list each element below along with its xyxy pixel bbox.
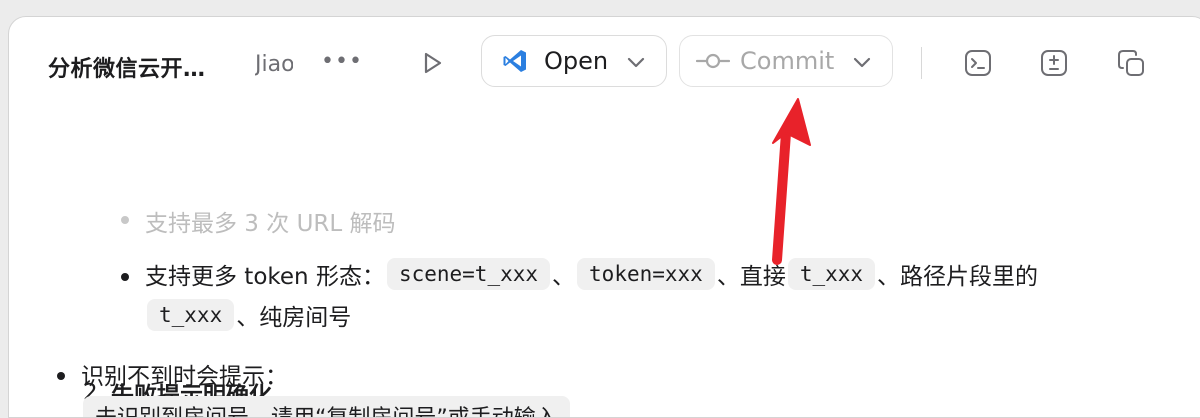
list-item: 支持最多 3 次 URL 解码 <box>145 211 396 237</box>
copy-button[interactable] <box>1113 45 1149 81</box>
play-icon <box>424 52 442 74</box>
vscode-icon <box>503 50 526 72</box>
project-name[interactable]: Jiao <box>255 52 293 77</box>
chevron-down-icon <box>853 57 871 68</box>
run-button[interactable] <box>414 45 450 81</box>
list-bullet <box>57 372 65 380</box>
inline-quote: 未识别到房间号，请用“复制房间号”或手动输入 <box>83 396 570 417</box>
commit-button-label: Commit <box>740 47 835 75</box>
diff-icon <box>1041 50 1067 76</box>
terminal-button[interactable] <box>960 45 996 81</box>
list-bullet <box>121 216 129 224</box>
chevron-down-icon <box>627 57 645 68</box>
copy-icon <box>1118 50 1144 76</box>
more-menu-button[interactable]: ••• <box>321 49 363 74</box>
open-button-label: Open <box>544 47 609 75</box>
open-in-editor-button[interactable]: Open <box>481 35 667 87</box>
list-item: 支持更多 token 形态： scene=t_xxx 、 token=xxx 、… <box>145 257 1038 291</box>
list-item-text: 、 <box>552 264 576 290</box>
git-commit-icon <box>696 53 730 69</box>
inline-code: t_xxx <box>147 299 235 331</box>
terminal-icon <box>965 50 991 76</box>
inline-code: scene=t_xxx <box>386 258 551 290</box>
thread-title[interactable]: 分析微信云开… <box>48 51 206 83</box>
toolbar-divider <box>921 47 922 79</box>
list-item-text: 、路径片段里的 <box>877 264 1039 290</box>
list-item: 识别不到时会提示： <box>81 364 288 390</box>
list-item-text: 支持更多 token 形态： <box>145 264 385 290</box>
list-bullet <box>121 273 129 281</box>
message-content: 支持最多 3 次 URL 解码 支持更多 token 形态： scene=t_x… <box>9 112 1200 417</box>
inline-code: t_xxx <box>787 258 876 290</box>
list-item-text: 、直接 <box>716 264 786 290</box>
list-item-continuation: 未识别到房间号，请用“复制房间号”或手动输入 <box>81 396 572 417</box>
diff-button[interactable] <box>1036 45 1072 81</box>
commit-button[interactable]: Commit <box>679 35 893 87</box>
toolbar: 分析微信云开… Jiao ••• Open Commit <box>9 17 1200 112</box>
list-item-text: 、纯房间号 <box>236 305 352 331</box>
inline-code: token=xxx <box>577 258 715 290</box>
app-window: 分析微信云开… Jiao ••• Open Commit 支持最多 3 次 UR… <box>8 16 1200 418</box>
list-item-continuation: t_xxx 、纯房间号 <box>145 298 351 332</box>
